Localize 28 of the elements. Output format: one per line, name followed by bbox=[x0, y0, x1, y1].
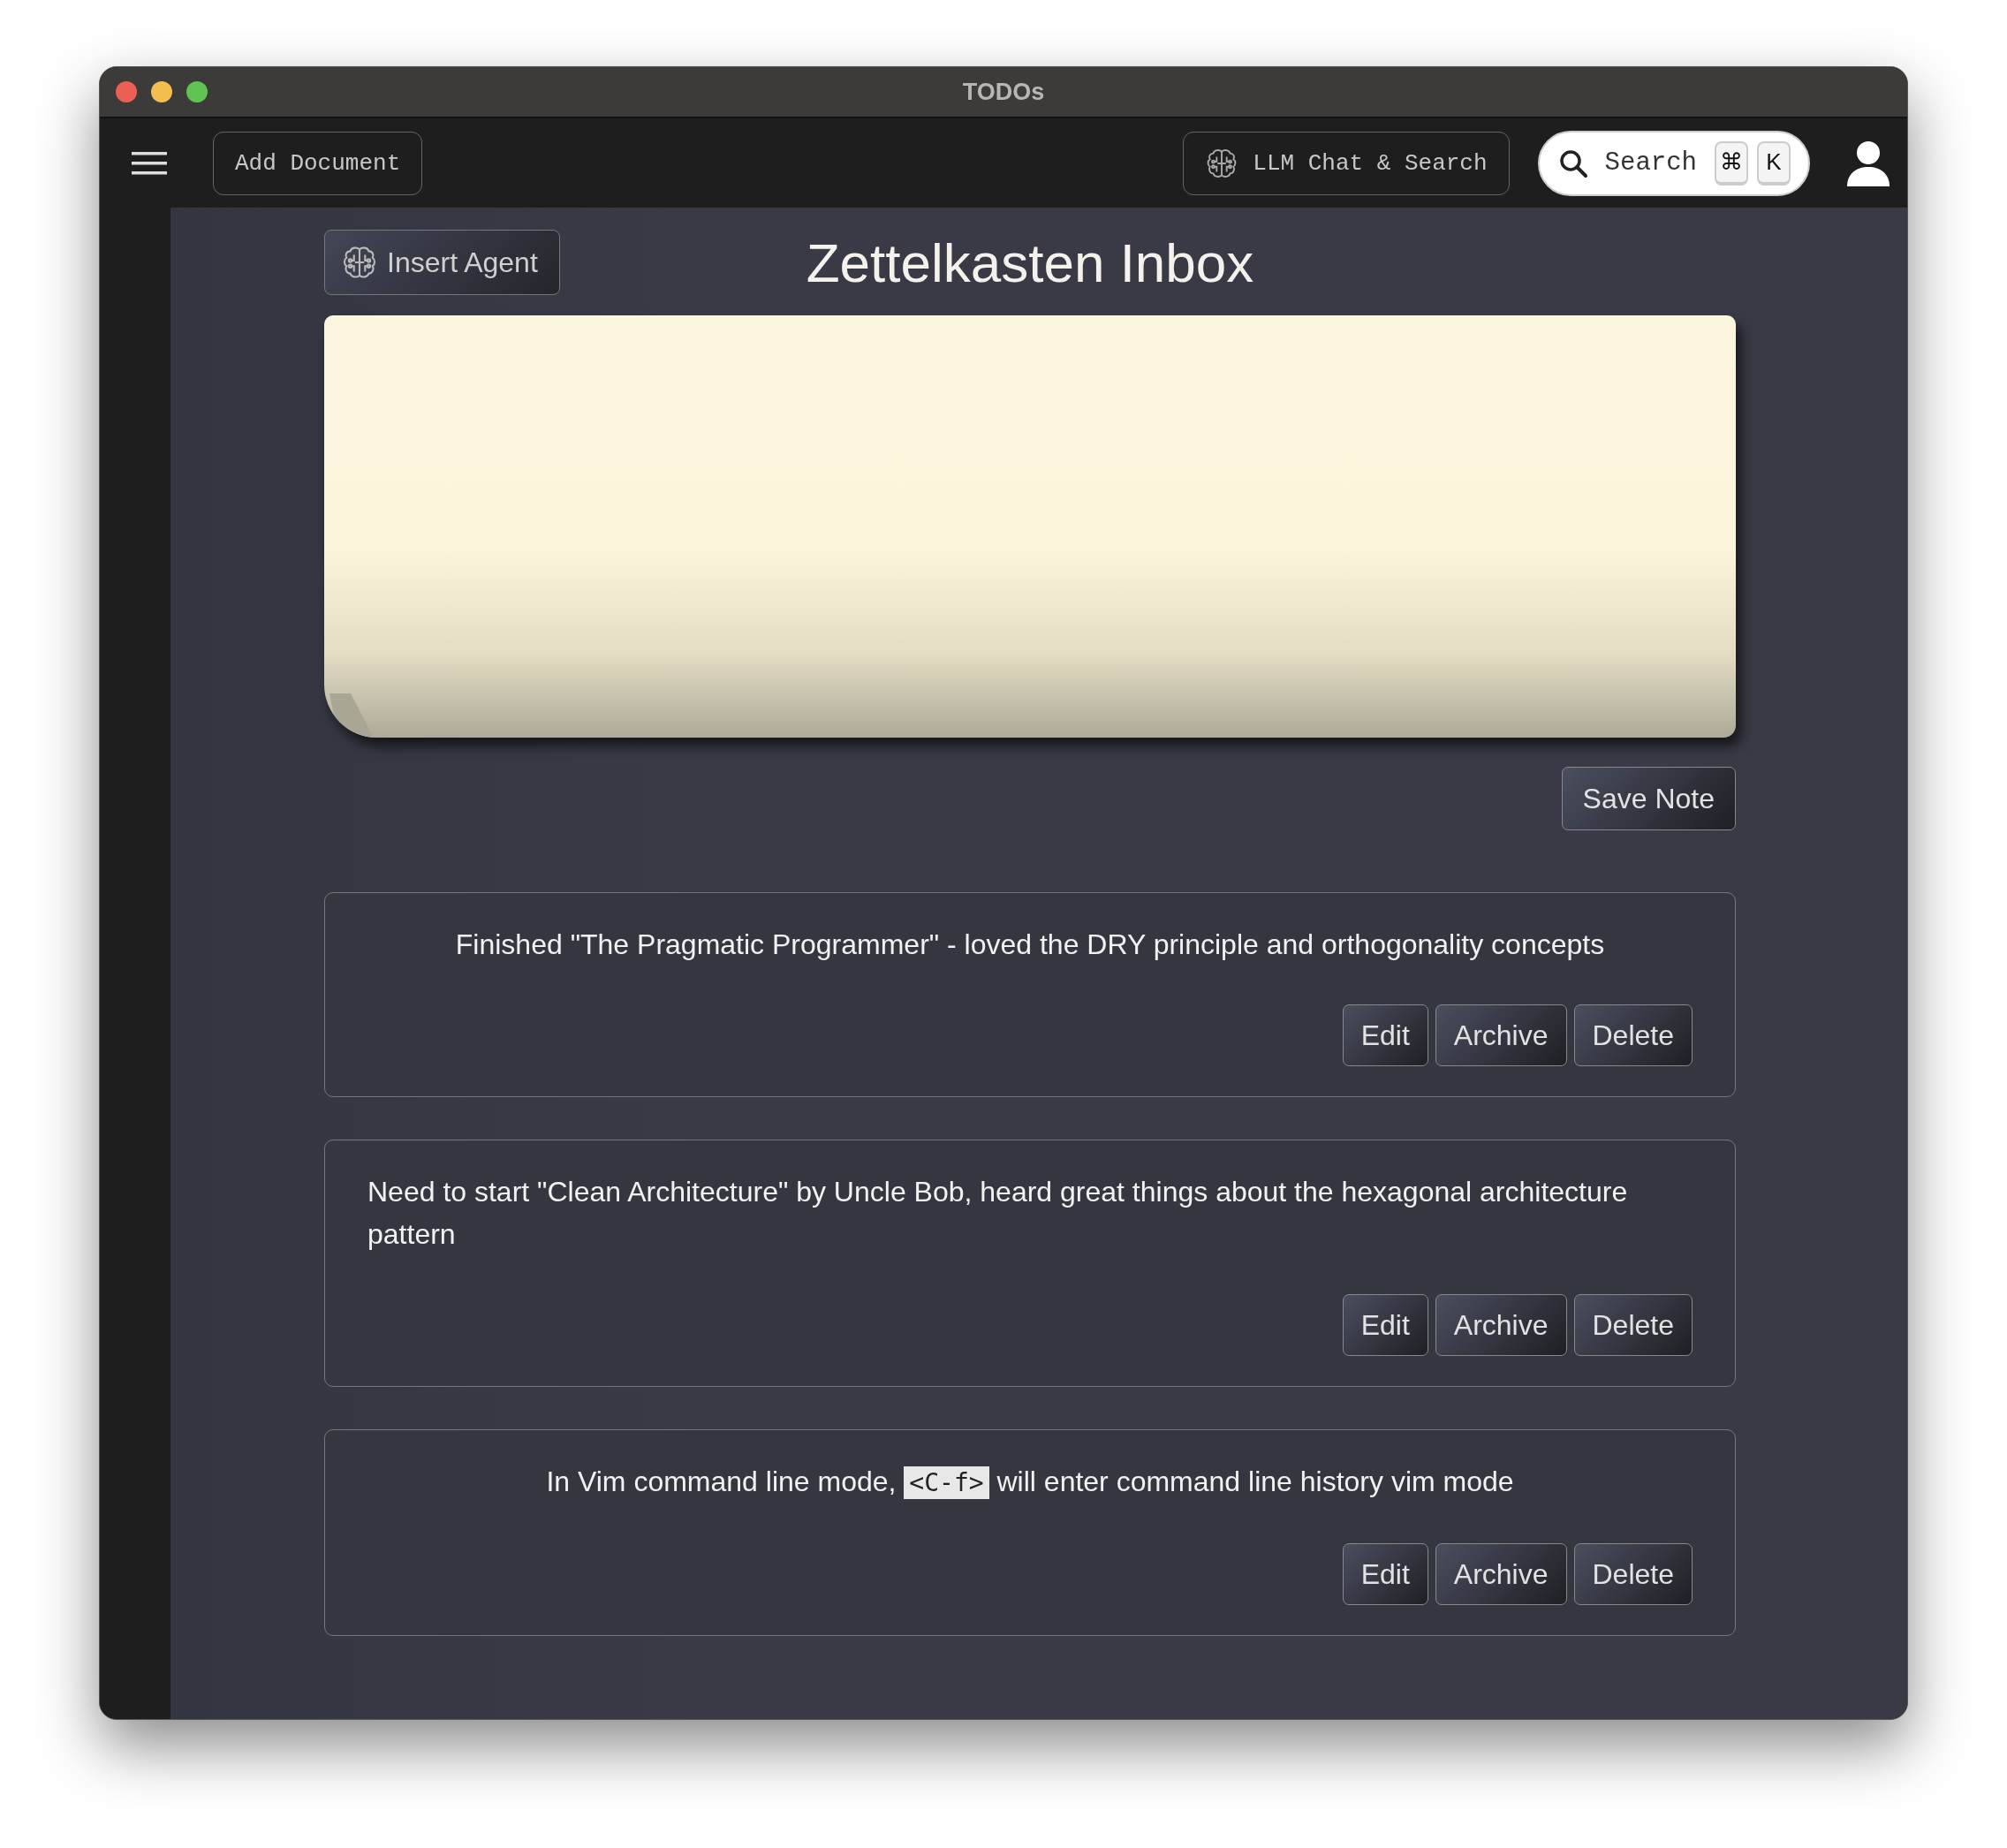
search-field[interactable]: Search ⌘ K bbox=[1537, 130, 1810, 196]
note-text: In Vim command line mode, <C-f> will enter command line history vim mode bbox=[546, 1465, 1514, 1501]
window-title: TODOs bbox=[962, 78, 1045, 106]
save-note-button[interactable]: Save Note bbox=[1561, 767, 1736, 830]
archive-button[interactable]: Archive bbox=[1435, 1543, 1567, 1605]
keyboard-key: ⌘ bbox=[1715, 140, 1748, 186]
menu-icon[interactable] bbox=[132, 149, 167, 177]
edit-button[interactable]: Edit bbox=[1342, 1294, 1428, 1356]
add-document-button[interactable]: Add Document bbox=[213, 131, 423, 195]
insert-agent-button[interactable]: Insert Agent bbox=[324, 230, 560, 295]
archive-button[interactable]: Archive bbox=[1435, 1004, 1567, 1066]
window-control[interactable] bbox=[186, 81, 208, 102]
edit-button[interactable]: Edit bbox=[1342, 1004, 1428, 1066]
delete-button[interactable]: Delete bbox=[1573, 1004, 1693, 1066]
note-text: Need to start "Clean Architecture" by Uncle Bob, heard great things about the hexagonal architecture pattern bbox=[367, 1175, 1629, 1252]
user-icon[interactable] bbox=[1847, 140, 1890, 186]
note-text: Finished "The Pragmatic Programmer" - loved the DRY principle and orthogonality concepts bbox=[455, 928, 1605, 962]
edit-button[interactable]: Edit bbox=[1342, 1543, 1428, 1605]
window-control[interactable] bbox=[151, 81, 172, 102]
page-curl-icon bbox=[329, 693, 374, 738]
archive-button[interactable]: Archive bbox=[1435, 1294, 1567, 1356]
llm-chat-button[interactable]: LLM Chat & Search bbox=[1183, 131, 1510, 195]
page-title: Zettelkasten Inbox bbox=[806, 231, 1254, 294]
delete-button[interactable]: Delete bbox=[1573, 1294, 1693, 1356]
window-control[interactable] bbox=[116, 81, 137, 102]
delete-button[interactable]: Delete bbox=[1573, 1543, 1693, 1605]
brain-icon bbox=[341, 244, 378, 281]
keyboard-key: K bbox=[1757, 140, 1791, 186]
